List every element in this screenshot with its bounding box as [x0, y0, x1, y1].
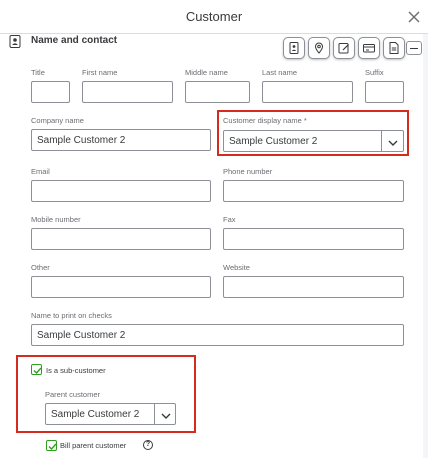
display-name-label: Customer display name * [223, 116, 307, 125]
print-on-checks-input[interactable]: Sample Customer 2 [31, 324, 404, 346]
suffix-input[interactable] [365, 81, 404, 103]
scrollbar[interactable] [423, 34, 428, 458]
help-icon[interactable]: ? [143, 440, 153, 450]
title-label: Title [31, 68, 45, 77]
parent-customer-label: Parent customer [45, 390, 101, 399]
edit-note-icon[interactable] [333, 37, 355, 59]
parent-customer-select[interactable]: Sample Customer 2 [45, 403, 176, 425]
website-label: Website [223, 263, 250, 272]
payment-card-icon[interactable] [358, 37, 380, 59]
select-divider [381, 131, 382, 151]
company-name-input[interactable]: Sample Customer 2 [31, 129, 211, 151]
display-name-value: Sample Customer 2 [229, 136, 318, 147]
dialog-title: Customer [185, 9, 243, 24]
close-icon[interactable] [405, 8, 423, 26]
other-input[interactable] [31, 276, 211, 298]
sub-customer-checkbox[interactable] [31, 364, 42, 375]
email-input[interactable] [31, 180, 211, 202]
contact-card-icon[interactable] [283, 37, 305, 59]
fax-label: Fax [223, 215, 236, 224]
bill-parent-checkbox[interactable] [46, 440, 57, 451]
middle-name-input[interactable] [185, 81, 250, 103]
collapse-section-button[interactable] [406, 41, 422, 55]
contact-card-icon [9, 35, 21, 48]
dialog-header: Customer [0, 0, 428, 34]
location-pin-icon[interactable] [308, 37, 330, 59]
phone-label: Phone number [223, 167, 273, 176]
section-title: Name and contact [31, 35, 118, 46]
mobile-label: Mobile number [31, 215, 81, 224]
first-name-input[interactable] [82, 81, 173, 103]
email-label: Email [31, 167, 50, 176]
bill-parent-label: Bill parent customer [60, 441, 127, 450]
other-label: Other [31, 263, 50, 272]
company-name-label: Company name [31, 116, 84, 125]
title-input[interactable] [31, 81, 70, 103]
last-name-input[interactable] [262, 81, 353, 103]
chevron-down-icon[interactable] [160, 409, 172, 421]
chevron-down-icon[interactable] [387, 136, 399, 148]
first-name-label: First name [82, 68, 118, 77]
parent-customer-value: Sample Customer 2 [51, 409, 140, 420]
phone-input[interactable] [223, 180, 404, 202]
middle-name-label: Middle name [185, 68, 228, 77]
last-name-label: Last name [262, 68, 298, 77]
sub-customer-label: Is a sub-customer [46, 366, 106, 375]
fax-input[interactable] [223, 228, 404, 250]
mobile-input[interactable] [31, 228, 211, 250]
select-divider [154, 404, 155, 424]
print-on-checks-label: Name to print on checks [31, 311, 112, 320]
document-icon[interactable] [383, 37, 405, 59]
website-input[interactable] [223, 276, 404, 298]
suffix-label: Suffix [365, 68, 384, 77]
display-name-select[interactable]: Sample Customer 2 [223, 130, 404, 152]
